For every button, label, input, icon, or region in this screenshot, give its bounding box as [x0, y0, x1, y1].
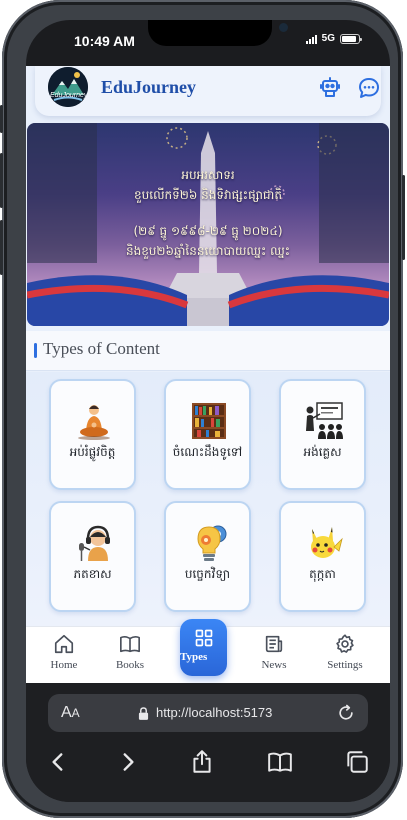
- tab-label: Types: [180, 651, 208, 663]
- volume-down-button: [0, 220, 3, 275]
- aa-small: A: [71, 706, 80, 720]
- content-card-general-knowledge[interactable]: ចំណេះដឹងទូទៅ: [164, 379, 251, 490]
- mountain-logo-icon: [48, 67, 88, 107]
- content-card-label: អប់រំផ្លូវចិត្ត: [69, 445, 116, 459]
- section-header: Types of Content: [26, 331, 390, 371]
- content-card-label: ចំណេះដឹងទូទៅ: [172, 445, 243, 459]
- reload-icon[interactable]: [336, 703, 356, 723]
- content-card-mind-education[interactable]: អប់រំផ្លូវចិត្ត: [49, 379, 136, 490]
- back-chevron-icon[interactable]: [45, 749, 71, 775]
- browser-toolbar: [26, 743, 390, 783]
- tab-label: Home: [50, 659, 78, 671]
- tab-label: Settings: [327, 659, 363, 671]
- app-title: EduJourney: [101, 77, 197, 97]
- tab-settings[interactable]: Settings: [315, 633, 375, 679]
- chat-bubble-icon[interactable]: [357, 76, 381, 100]
- content-card-podcast[interactable]: ភតខាស: [49, 501, 136, 612]
- tabs-overview-icon[interactable]: [344, 749, 370, 775]
- cartoon-character-icon: [311, 527, 343, 558]
- content-card-cartoon[interactable]: តុក្កតា: [279, 501, 366, 612]
- phone-frame: 10:49 AM 5G EduJourney EduJourney អបអរសា…: [0, 0, 405, 818]
- tab-news[interactable]: News: [244, 633, 304, 679]
- content-card-technology[interactable]: បច្ចេកវិទ្យា: [164, 501, 251, 612]
- dynamic-island: [148, 20, 288, 46]
- lock-icon: [138, 707, 149, 720]
- logo-text: EduJourney: [50, 92, 88, 99]
- content-card-english[interactable]: អង់គ្លេស: [279, 379, 366, 490]
- section-title: Types of Content: [43, 339, 160, 358]
- content-type-grid: អប់រំផ្លូវចិត្ត ចំណេះដឹងទូទៅ អង់គ្លេស ភត…: [26, 372, 390, 627]
- content-card-label: បច្ចេកវិទ្យា: [184, 567, 231, 581]
- content-card-label: អង់គ្លេស: [303, 445, 342, 459]
- status-indicators: 5G: [305, 33, 362, 44]
- content-card-label: ភតខាស: [73, 567, 112, 581]
- browser-chrome: AA http://localhost:5173: [26, 683, 390, 802]
- robot-icon[interactable]: [318, 76, 342, 100]
- share-icon[interactable]: [189, 749, 215, 775]
- power-button: [402, 175, 405, 260]
- signal-icon: [305, 34, 317, 44]
- status-time: 10:49 AM: [74, 33, 135, 49]
- banner-line-3: (២៩ ធ្នូ ១៩៩៨-២៩ ធ្នូ ២០២៤): [133, 224, 283, 238]
- technology-bulb-icon: [197, 525, 227, 561]
- content-card-label: តុក្កតា: [309, 567, 336, 581]
- forward-chevron-icon[interactable]: [115, 749, 141, 775]
- phone-screen: 10:49 AM 5G EduJourney EduJourney អបអរសា…: [26, 20, 390, 802]
- bookmarks-icon[interactable]: [267, 749, 293, 775]
- battery-icon: [340, 33, 362, 44]
- app-header: EduJourney EduJourney: [35, 66, 381, 116]
- banner-line-2: ខួបលើកទី២៦ និងទិវាផ្សះផ្សាជាតិ: [134, 188, 282, 202]
- aa-large: A: [61, 704, 72, 721]
- status-bar: 10:49 AM 5G: [26, 20, 390, 66]
- bookshelf-icon: [192, 403, 226, 439]
- gear-icon: [336, 634, 354, 653]
- app-logo[interactable]: EduJourney: [48, 67, 88, 107]
- tab-books[interactable]: Books: [100, 633, 160, 679]
- bottom-tab-bar: Home Books Types News Settings: [26, 619, 390, 683]
- grid-icon: [195, 629, 212, 647]
- open-book-icon: [120, 636, 140, 653]
- podcast-icon: [79, 525, 110, 561]
- camera-icon: [279, 23, 288, 32]
- volume-up-button: [0, 153, 3, 208]
- meditation-icon: [78, 405, 110, 440]
- section-accent-bar: [34, 343, 37, 358]
- url-text: http://localhost:5173: [156, 705, 273, 720]
- tab-label: Books: [115, 659, 145, 671]
- newspaper-icon: [265, 635, 283, 653]
- tab-label: News: [261, 659, 287, 671]
- tab-home[interactable]: Home: [34, 633, 94, 679]
- text-size-button[interactable]: AA: [61, 704, 80, 722]
- banner-line-4: និងខួប២៦ឆ្នាំនៃនយោបាយឈ្នះ ឈ្នះ: [125, 244, 291, 258]
- network-label: 5G: [321, 33, 335, 44]
- tab-types[interactable]: Types: [180, 619, 227, 676]
- home-icon: [54, 634, 74, 654]
- english-class-icon: [306, 402, 343, 439]
- app-viewport: EduJourney EduJourney អបអរសាទរ ខួបលើកទី២…: [26, 66, 390, 683]
- silent-switch: [0, 105, 3, 133]
- promo-banner[interactable]: អបអរសាទរ ខួបលើកទី២៦ និងទិវាផ្សះផ្សាជាតិ …: [27, 123, 389, 326]
- address-bar[interactable]: AA http://localhost:5173: [48, 694, 368, 732]
- banner-line-1: អបអរសាទរ: [181, 168, 235, 182]
